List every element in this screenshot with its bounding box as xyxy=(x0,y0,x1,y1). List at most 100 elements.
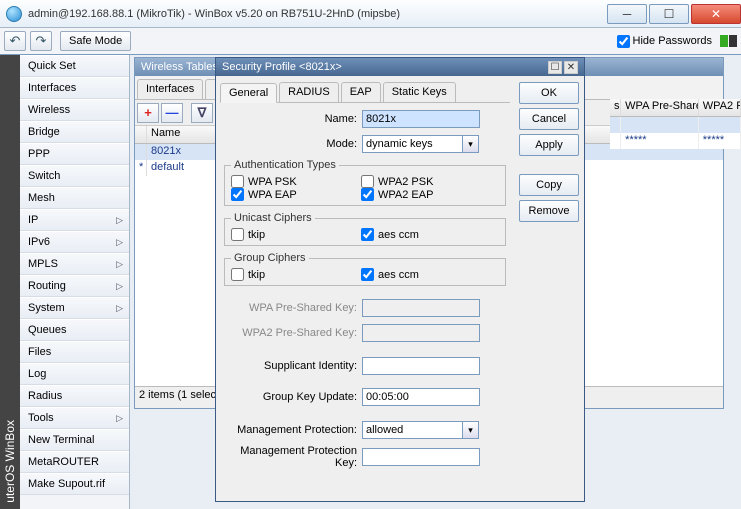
minimize-button[interactable]: ─ xyxy=(607,4,647,24)
sidebar: Quick SetInterfacesWirelessBridgePPPSwit… xyxy=(20,55,130,509)
auth-types-fieldset: Authentication Types WPA PSK WPA2 PSK WP… xyxy=(224,159,506,206)
name-field[interactable] xyxy=(362,110,480,128)
copy-button[interactable]: Copy xyxy=(519,174,579,196)
group-aes-checkbox[interactable]: aes ccm xyxy=(361,268,491,281)
tab-eap[interactable]: EAP xyxy=(341,82,381,102)
tab-radius[interactable]: RADIUS xyxy=(279,82,339,102)
wpa2-psk-field xyxy=(362,324,480,342)
submenu-arrow-icon: ▷ xyxy=(116,215,123,226)
apply-button[interactable]: Apply xyxy=(519,134,579,156)
submenu-arrow-icon: ▷ xyxy=(116,237,123,248)
sidebar-item-quick-set[interactable]: Quick Set xyxy=(20,55,129,77)
submenu-arrow-icon: ▷ xyxy=(116,413,123,424)
remove-button[interactable]: Remove xyxy=(519,200,579,222)
dialog-form: Name: Mode: ▾ Authentication Types xyxy=(220,103,510,480)
sidebar-item-mesh[interactable]: Mesh xyxy=(20,187,129,209)
lock-icons xyxy=(720,35,737,47)
wpa2-eap-checkbox[interactable]: WPA2 EAP xyxy=(361,188,491,201)
app-toolbar: ↶ ↷ Safe Mode Hide Passwords xyxy=(0,28,741,55)
app-icon xyxy=(6,6,22,22)
group-key-update-label: Group Key Update: xyxy=(224,391,362,403)
dialog-titlebar[interactable]: Security Profile <8021x> ☐ ✕ xyxy=(216,58,584,76)
group-tkip-checkbox[interactable]: tkip xyxy=(231,268,361,281)
mode-field[interactable] xyxy=(362,135,462,153)
sidebar-item-ip[interactable]: IP▷ xyxy=(20,209,129,231)
wpa-psk-checkbox[interactable]: WPA PSK xyxy=(231,175,361,188)
dialog-tabs: GeneralRADIUSEAPStatic Keys xyxy=(220,80,510,103)
sidebar-item-tools[interactable]: Tools▷ xyxy=(20,407,129,429)
supplicant-label: Supplicant Identity: xyxy=(224,360,362,372)
wpa-psk-field xyxy=(362,299,480,317)
wpa2-psk-label: WPA2 Pre-Shared Key: xyxy=(224,327,362,339)
dialog-buttons: OK Cancel Apply Copy Remove xyxy=(514,76,584,501)
sidebar-item-mpls[interactable]: MPLS▷ xyxy=(20,253,129,275)
lock-icon xyxy=(729,35,737,47)
sidebar-item-metarouter[interactable]: MetaROUTER xyxy=(20,451,129,473)
security-profile-dialog: Security Profile <8021x> ☐ ✕ GeneralRADI… xyxy=(215,57,585,502)
table-row[interactable]: ********** xyxy=(610,133,741,149)
mode-label: Mode: xyxy=(224,138,362,150)
safe-mode-button[interactable]: Safe Mode xyxy=(60,31,131,51)
submenu-arrow-icon: ▷ xyxy=(116,259,123,270)
name-label: Name: xyxy=(224,113,362,125)
sidebar-item-wireless[interactable]: Wireless xyxy=(20,99,129,121)
sidebar-item-ipv6[interactable]: IPv6▷ xyxy=(20,231,129,253)
hide-passwords-toggle[interactable]: Hide Passwords xyxy=(617,35,712,48)
close-button[interactable]: ✕ xyxy=(691,4,741,24)
tab-static-keys[interactable]: Static Keys xyxy=(383,82,456,102)
grid-header[interactable]: WPA Pre-Shared ... xyxy=(621,99,699,117)
maximize-button[interactable]: ☐ xyxy=(649,4,689,24)
wpa-psk-label: WPA Pre-Shared Key: xyxy=(224,302,362,314)
filter-button[interactable]: ∇ xyxy=(191,103,213,123)
wpa-eap-checkbox[interactable]: WPA EAP xyxy=(231,188,361,201)
sidebar-item-log[interactable]: Log xyxy=(20,363,129,385)
sidebar-item-bridge[interactable]: Bridge xyxy=(20,121,129,143)
content-area: Wireless Tables InterfacesNs + — ∇ Name … xyxy=(130,55,741,509)
grid-header[interactable]: s xyxy=(610,99,621,117)
group-key-update-field[interactable] xyxy=(362,388,480,406)
mgmt-protection-key-label: Management Protection Key: xyxy=(224,445,362,469)
grid-header[interactable]: WPA2 Pr xyxy=(699,99,741,117)
mgmt-protection-key-field[interactable] xyxy=(362,448,480,466)
wpa2-psk-checkbox[interactable]: WPA2 PSK xyxy=(361,175,491,188)
redo-button[interactable]: ↷ xyxy=(30,31,52,51)
dialog-close-button[interactable]: ✕ xyxy=(564,61,578,74)
mode-dropdown-button[interactable]: ▾ xyxy=(462,135,479,153)
window-title: admin@192.168.88.1 (MikroTik) - WinBox v… xyxy=(28,8,400,20)
undo-button[interactable]: ↶ xyxy=(4,31,26,51)
submenu-arrow-icon: ▷ xyxy=(116,303,123,314)
remove-button[interactable]: — xyxy=(161,103,183,123)
sidebar-item-make-supout-rif[interactable]: Make Supout.rif xyxy=(20,473,129,495)
lock-icon xyxy=(720,35,728,47)
grid-right-columns: s WPA Pre-Shared ... WPA2 Pr ********** xyxy=(610,99,741,149)
mgmt-protection-dropdown-button[interactable]: ▾ xyxy=(462,421,479,439)
sidebar-item-routing[interactable]: Routing▷ xyxy=(20,275,129,297)
group-ciphers-fieldset: Group Ciphers tkip aes ccm xyxy=(224,252,506,286)
supplicant-field[interactable] xyxy=(362,357,480,375)
sidebar-item-interfaces[interactable]: Interfaces xyxy=(20,77,129,99)
sidebar-item-files[interactable]: Files xyxy=(20,341,129,363)
unicast-tkip-checkbox[interactable]: tkip xyxy=(231,228,361,241)
hide-passwords-checkbox[interactable] xyxy=(617,35,630,48)
ok-button[interactable]: OK xyxy=(519,82,579,104)
sidebar-item-ppp[interactable]: PPP xyxy=(20,143,129,165)
mgmt-protection-label: Management Protection: xyxy=(224,424,362,436)
mgmt-protection-field[interactable] xyxy=(362,421,462,439)
window-titlebar: admin@192.168.88.1 (MikroTik) - WinBox v… xyxy=(0,0,741,28)
unicast-aes-checkbox[interactable]: aes ccm xyxy=(361,228,491,241)
tab-interfaces[interactable]: Interfaces xyxy=(137,79,203,99)
unicast-ciphers-fieldset: Unicast Ciphers tkip aes ccm xyxy=(224,212,506,246)
vertical-app-label: uterOS WinBox xyxy=(0,55,20,509)
sidebar-item-queues[interactable]: Queues xyxy=(20,319,129,341)
dialog-restore-button[interactable]: ☐ xyxy=(548,61,562,74)
add-button[interactable]: + xyxy=(137,103,159,123)
submenu-arrow-icon: ▷ xyxy=(116,281,123,292)
sidebar-item-new-terminal[interactable]: New Terminal xyxy=(20,429,129,451)
grid-header-flag[interactable] xyxy=(135,126,147,143)
sidebar-item-system[interactable]: System▷ xyxy=(20,297,129,319)
tab-general[interactable]: General xyxy=(220,83,277,103)
table-row[interactable] xyxy=(610,117,741,133)
cancel-button[interactable]: Cancel xyxy=(519,108,579,130)
sidebar-item-radius[interactable]: Radius xyxy=(20,385,129,407)
sidebar-item-switch[interactable]: Switch xyxy=(20,165,129,187)
